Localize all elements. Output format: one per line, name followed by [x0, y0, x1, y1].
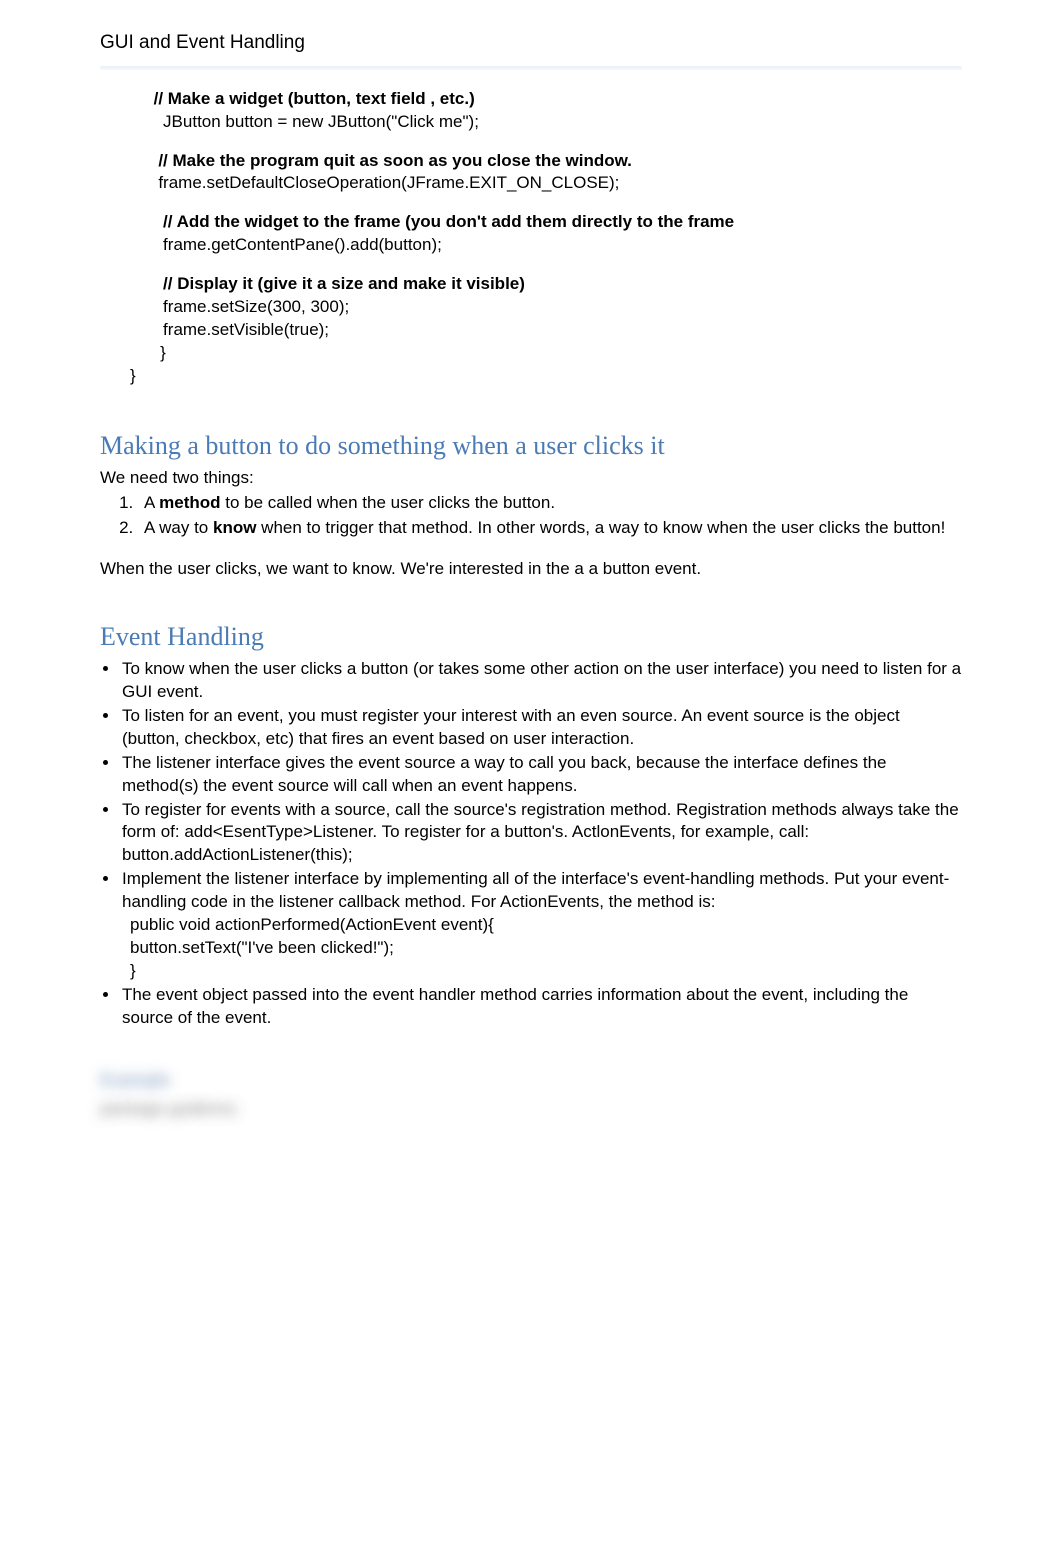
- li2-pre: A way to: [144, 518, 213, 537]
- code-line-setsize: frame.setSize(300, 300);: [130, 296, 962, 319]
- requirements-list: A method to be called when the user clic…: [100, 492, 962, 540]
- code-comment-addwidget: // Add the widget to the frame (you don'…: [130, 211, 962, 234]
- section-event-handling: Event Handling To know when the user cli…: [100, 619, 962, 1030]
- code-brace-outer: }: [130, 365, 962, 388]
- b4-text: To register for events with a source, ca…: [122, 800, 959, 842]
- code-comment-quit: // Make the program quit as soon as you …: [130, 150, 962, 173]
- list-item: Implement the listener interface by impl…: [120, 868, 962, 983]
- code-line-closeop: frame.setDefaultCloseOperation(JFrame.EX…: [130, 172, 962, 195]
- b4-code: button.addActionListener(this);: [122, 844, 962, 867]
- intro-text: We need two things:: [100, 467, 962, 490]
- li1-post: to be called when the user clicks the bu…: [221, 493, 556, 512]
- list-item: The event object passed into the event h…: [120, 984, 962, 1030]
- b5-text: Implement the listener interface by impl…: [122, 869, 949, 911]
- section-making-button: Making a button to do something when a u…: [100, 428, 962, 581]
- list-item: To know when the user clicks a button (o…: [120, 658, 962, 704]
- b5-code1: public void actionPerformed(ActionEvent …: [130, 914, 962, 937]
- list-item: The listener interface gives the event s…: [120, 752, 962, 798]
- list-item: To register for events with a source, ca…: [120, 799, 962, 868]
- b5-code2: button.setText("I've been clicked!");: [130, 937, 962, 960]
- event-handling-list: To know when the user clicks a button (o…: [100, 658, 962, 1030]
- code-comment-display: // Display it (give it a size and make i…: [130, 273, 962, 296]
- li2-post: when to trigger that method. In other wo…: [256, 518, 945, 537]
- heading-making-button: Making a button to do something when a u…: [100, 428, 962, 463]
- code-line-jbutton: JButton button = new JButton("Click me")…: [130, 111, 962, 134]
- list-item: A way to know when to trigger that metho…: [138, 517, 962, 540]
- b5-code3: }: [130, 960, 962, 983]
- blurred-line: package guidemo;: [100, 1098, 962, 1121]
- blurred-heading: Example: [100, 1068, 962, 1092]
- code-brace-inner: }: [146, 342, 962, 365]
- code-line-contentpane: frame.getContentPane().add(button);: [130, 234, 962, 257]
- list-item: To listen for an event, you must registe…: [120, 705, 962, 751]
- page-title: GUI and Event Handling: [100, 30, 962, 56]
- closing-text: When the user clicks, we want to know. W…: [100, 558, 962, 581]
- header-divider: [100, 66, 962, 70]
- code-block: // Make a widget (button, text field , e…: [130, 88, 962, 388]
- li2-bold: know: [213, 518, 256, 537]
- code-comment-widget: // Make a widget (button, text field , e…: [130, 88, 962, 111]
- list-item: A method to be called when the user clic…: [138, 492, 962, 515]
- heading-event-handling: Event Handling: [100, 619, 962, 654]
- li1-bold: method: [159, 493, 220, 512]
- code-line-setvisible: frame.setVisible(true);: [130, 319, 962, 342]
- li1-pre: A: [144, 493, 159, 512]
